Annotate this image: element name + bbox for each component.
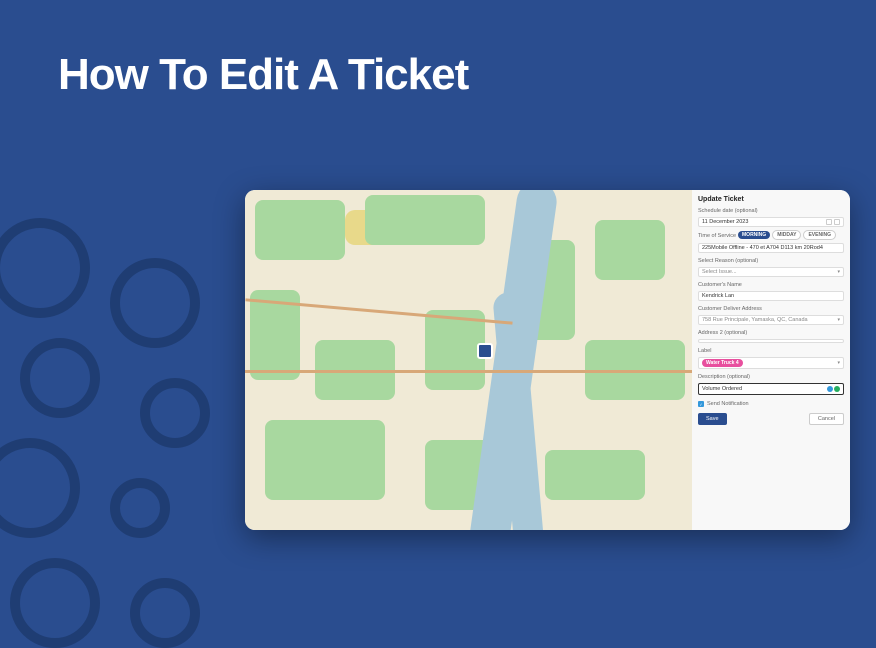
time-slot-label: Time of Service: [698, 233, 736, 239]
description-label: Description (optional): [698, 374, 844, 380]
panel-title: Update Ticket: [698, 196, 844, 203]
slot-morning[interactable]: MORNING: [738, 231, 770, 239]
label-label: Label: [698, 348, 844, 354]
notification-label: Send Notification: [707, 401, 749, 407]
slot-evening[interactable]: EVENING: [803, 230, 836, 240]
label-select[interactable]: Water Truck 4 ▾: [698, 357, 844, 369]
chevron-down-icon: ▾: [837, 269, 840, 275]
delivery-address-select[interactable]: 758 Rue Principale, Yamaska, QC, Canada …: [698, 315, 844, 325]
mobile-value: 225Mobile Offline - 470 et A704 D113 km …: [702, 245, 823, 251]
slot-midday[interactable]: MIDDAY: [772, 230, 801, 240]
app-window: Update Ticket Schedule date (optional) 1…: [245, 190, 850, 530]
chevron-down-icon: ▾: [837, 317, 840, 323]
customer-name-input[interactable]: Kendrick Lan: [698, 291, 844, 301]
calendar-icon[interactable]: [826, 219, 832, 225]
chevron-down-icon: ▾: [837, 360, 840, 366]
map-marker-icon[interactable]: [477, 343, 493, 359]
reason-select[interactable]: Select Issue... ▾: [698, 267, 844, 277]
customer-name-value: Kendrick Lan: [702, 293, 734, 299]
mobile-input[interactable]: 225Mobile Offline - 470 et A704 D113 km …: [698, 243, 844, 253]
clear-icon[interactable]: [834, 219, 840, 225]
cancel-button[interactable]: Cancel: [809, 413, 844, 425]
map-area[interactable]: [245, 190, 692, 530]
reason-placeholder: Select Issue...: [702, 269, 737, 275]
notification-checkbox[interactable]: ✓: [698, 401, 704, 407]
schedule-date-value: 11 December 2023: [702, 219, 748, 225]
update-ticket-panel: Update Ticket Schedule date (optional) 1…: [692, 190, 850, 530]
emoji-icon[interactable]: [827, 386, 833, 392]
decorative-circles: [0, 198, 260, 598]
delivery-address-label: Customer Deliver Address: [698, 306, 844, 312]
attachment-icon[interactable]: [834, 386, 840, 392]
customer-name-label: Customer's Name: [698, 282, 844, 288]
address2-label: Address 2 (optional): [698, 330, 844, 336]
schedule-date-label: Schedule date (optional): [698, 208, 844, 214]
save-button[interactable]: Save: [698, 413, 727, 425]
page-title: How To Edit A Ticket: [58, 50, 468, 100]
delivery-address-value: 758 Rue Principale, Yamaska, QC, Canada: [702, 317, 808, 323]
label-tag: Water Truck 4: [702, 359, 743, 367]
schedule-date-input[interactable]: 11 December 2023: [698, 217, 844, 227]
description-input[interactable]: Volume Ordered: [698, 383, 844, 395]
description-value: Volume Ordered: [702, 386, 742, 392]
reason-label: Select Reason (optional): [698, 258, 844, 264]
address2-input[interactable]: [698, 339, 844, 343]
